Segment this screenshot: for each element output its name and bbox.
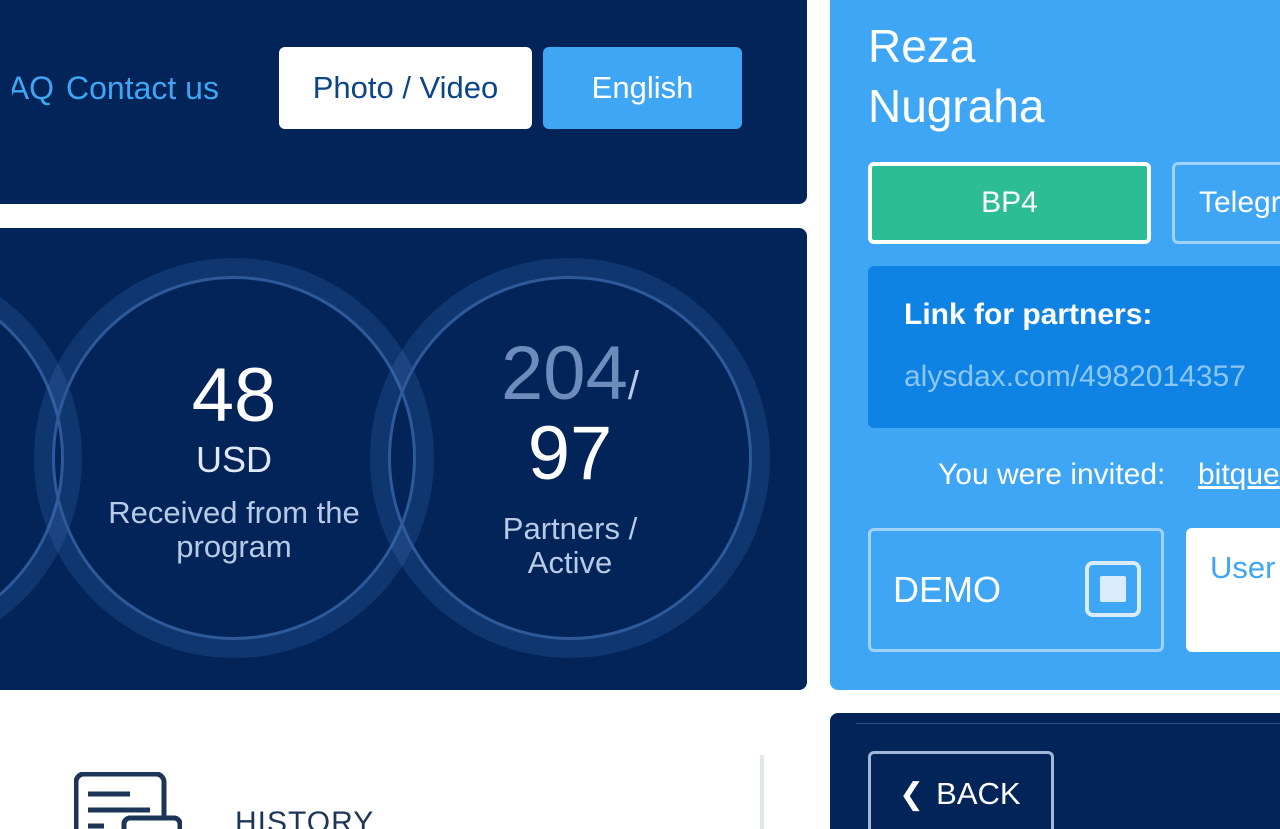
- demo-toggle-button[interactable]: DEMO: [868, 528, 1164, 652]
- user-name: Reza Nugraha: [868, 20, 1045, 132]
- stat-circle-received: 48 USD Received from the program: [34, 258, 434, 658]
- chevron-left-icon: ❮: [899, 777, 925, 811]
- back-panel: ❮ BACK: [830, 713, 1280, 829]
- nav-link-faq[interactable]: FAQ: [12, 68, 54, 108]
- partner-link-title: Link for partners:: [904, 298, 1153, 331]
- divider-line: [856, 723, 1280, 724]
- nav-link-contact[interactable]: Contact us: [66, 68, 219, 108]
- received-label: Received from the program: [108, 495, 360, 564]
- stat-circle-partners: 204/ 97 Partners / Active: [370, 258, 770, 658]
- invited-label: You were invited:: [938, 458, 1166, 491]
- user-support-label: User Support: [1210, 550, 1280, 585]
- user-support-button[interactable]: User Support: [1186, 528, 1280, 652]
- stats-panel: 48 USD Received from the program 204/ 97…: [0, 228, 807, 690]
- inviter-link[interactable]: bitque: [1198, 458, 1280, 492]
- telegram-button[interactable]: Telegram: [1172, 162, 1280, 244]
- language-button[interactable]: English: [543, 47, 742, 129]
- toggle-icon[interactable]: [1085, 561, 1141, 617]
- back-label: BACK: [936, 776, 1021, 811]
- received-currency: USD: [195, 439, 272, 480]
- history-label[interactable]: HISTORY: [235, 806, 374, 829]
- top-navigation: FAQ Contact us Photo / Video English: [0, 0, 807, 204]
- vertical-divider: [760, 755, 764, 829]
- demo-label: DEMO: [893, 569, 1001, 610]
- partners-active: 97: [527, 411, 613, 496]
- photo-video-button[interactable]: Photo / Video: [279, 47, 532, 129]
- received-amount: 48: [191, 353, 277, 438]
- receipt-icon[interactable]: [74, 772, 182, 829]
- profile-panel: Reza Nugraha BP4 Telegram Link for partn…: [830, 0, 1280, 690]
- partner-link-box: Link for partners: alysdax.com/498201435…: [868, 266, 1280, 428]
- partner-link-url[interactable]: alysdax.com/4982014357: [904, 360, 1246, 394]
- status-bp4-button[interactable]: BP4: [868, 162, 1151, 244]
- partners-label: Partners / Active: [502, 511, 638, 580]
- back-button[interactable]: ❮ BACK: [868, 751, 1054, 829]
- partners-separator: /: [627, 364, 639, 408]
